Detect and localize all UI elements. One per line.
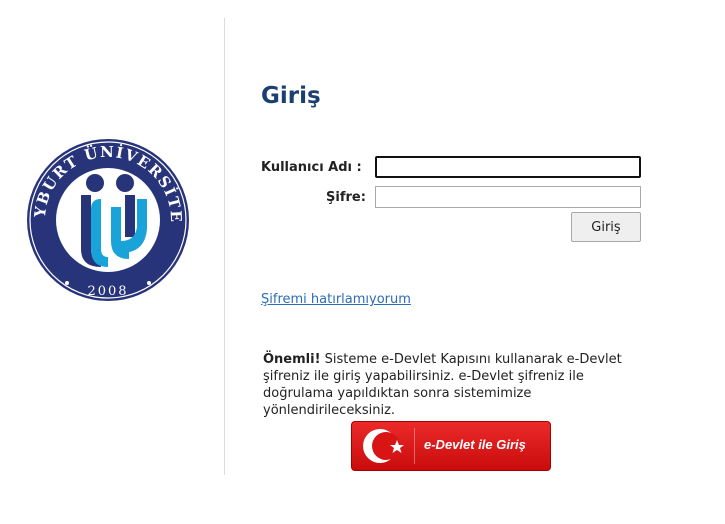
edevlet-label: e-Devlet ile Giriş — [424, 437, 526, 452]
university-seal: BAYBURT ÜNİVERSİTESİ 2008 — [18, 122, 189, 301]
logo-year: 2008 — [87, 284, 128, 299]
vertical-divider — [224, 18, 225, 475]
forgot-password-link[interactable]: Şifremi hatırlamıyorum — [261, 292, 411, 307]
login-button[interactable]: Giriş — [571, 212, 641, 242]
edevlet-separator — [414, 428, 415, 464]
password-input[interactable] — [375, 186, 641, 208]
username-input[interactable] — [375, 156, 641, 178]
page-title: Giriş — [261, 83, 321, 109]
username-label: Kullanıcı Adı : — [261, 160, 362, 175]
edevlet-notice: Önemli! Sisteme e-Devlet Kapısını kullan… — [263, 351, 641, 419]
notice-important-label: Önemli! — [263, 352, 321, 367]
edevlet-login-button[interactable]: e-Devlet ile Giriş — [351, 421, 551, 471]
edevlet-crescent-icon — [363, 429, 404, 463]
password-label: Şifre: — [326, 190, 366, 205]
university-logo: BAYBURT ÜNİVERSİTESİ 2008 — [18, 122, 191, 303]
